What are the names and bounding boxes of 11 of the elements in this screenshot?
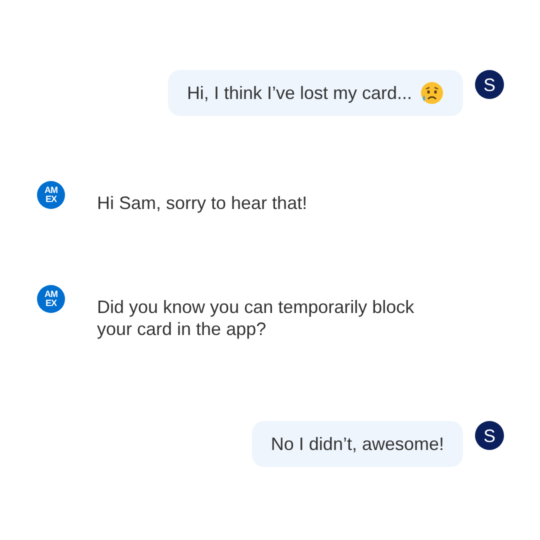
avatar: S	[475, 421, 504, 450]
message-text: No I didn’t, awesome!	[270, 432, 444, 456]
logo-text: AM	[44, 290, 58, 299]
avatar: S	[475, 70, 504, 99]
logo-text: AM	[44, 186, 58, 195]
message-text: Hi, I think I’ve lost my card...	[186, 82, 412, 105]
message-text: Did you know you can temporarily block your card in the app?	[97, 296, 416, 340]
message-text: Hi Sam, sorry to hear that!	[97, 192, 308, 214]
sad-face-icon	[420, 81, 444, 105]
logo-text: EX	[45, 299, 56, 308]
logo-text: EX	[45, 195, 56, 204]
